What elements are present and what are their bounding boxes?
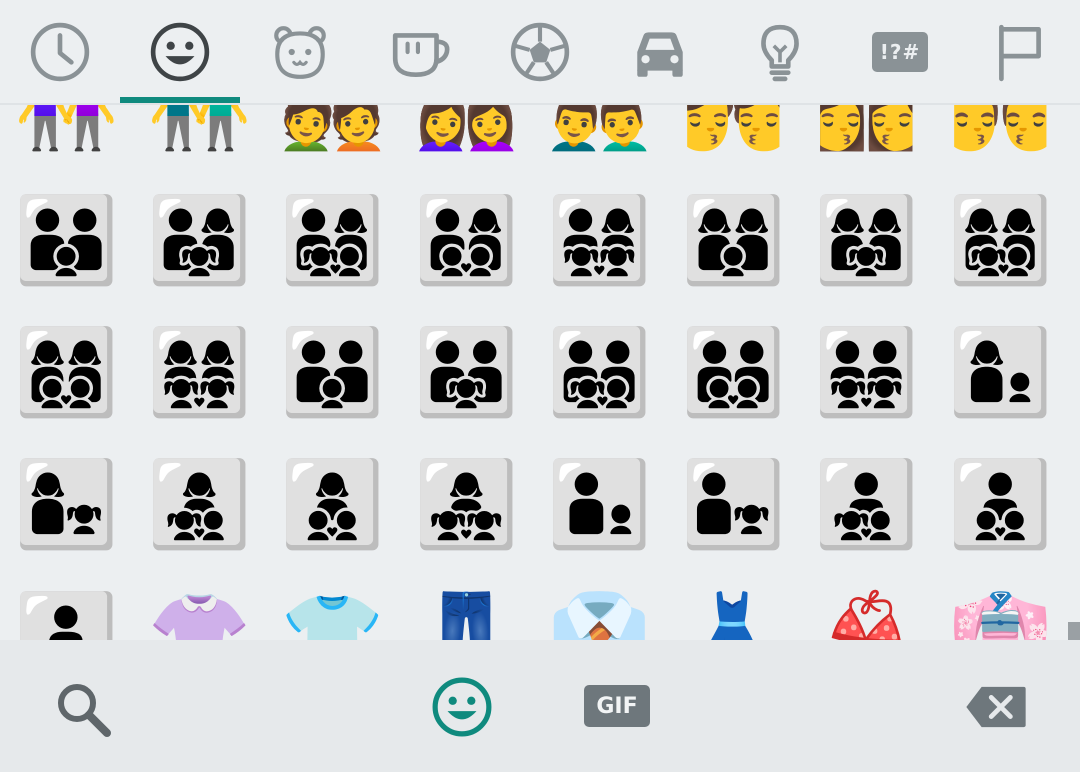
- emoji-grid: 👭 👬 💑 👩‍❤️‍👩 👨‍❤️‍👨 💏 👩‍❤️‍💋‍👩 👨‍❤️‍💋‍👨 👪 👨‍👩‍👧 👨‍…: [0, 105, 1080, 640]
- emoji-key[interactable]: 👨‍👨‍👦: [266, 317, 399, 427]
- emoji-key[interactable]: 👨‍👩‍👧‍👦: [266, 185, 399, 295]
- emoji-bottom-bar: GIF: [0, 640, 1080, 772]
- emoji-key[interactable]: 👘: [934, 582, 1067, 640]
- emoji-key[interactable]: 👩‍👩‍👧‍👦: [934, 185, 1067, 295]
- emoji-key[interactable]: 👨‍👩‍👧‍👧: [533, 185, 666, 295]
- emoji-key[interactable]: 👗: [667, 582, 800, 640]
- soccer-ball-icon: [510, 22, 570, 81]
- emoji-key[interactable]: 👩‍👦: [934, 317, 1067, 427]
- emoji-key[interactable]: 👨‍❤️‍💋‍👨: [934, 105, 1067, 160]
- emoji-key[interactable]: 💏: [667, 105, 800, 160]
- emoji-row: 👩‍👩‍👦‍👦 👩‍👩‍👧‍👧 👨‍👨‍👦 👨‍👨‍👧 👨‍👨‍👧‍👦 👨‍👨‍👦‍👦 👨‍…: [0, 317, 1080, 427]
- emoji-row: 👩‍👧 👩‍👧‍👦 👩‍👦‍👦 👩‍👧‍👧 👨‍👦 👨‍👧 👨‍👧‍👦 👨‍👦‍👦: [0, 449, 1080, 559]
- emoji-key[interactable]: 👨‍👧‍👧: [0, 582, 133, 640]
- emoji-key[interactable]: 👭: [0, 105, 133, 160]
- clock-icon: [30, 22, 90, 81]
- emoji-row: 👨‍👧‍👧 👚 👕 👖 👔 👗 👙 👘: [0, 582, 1080, 640]
- smiley-icon: [150, 22, 210, 81]
- symbols-icon: !?#: [872, 31, 928, 72]
- flag-icon: [999, 24, 1041, 81]
- emoji-key[interactable]: 👩‍👧‍👦: [133, 449, 266, 559]
- search-icon: [58, 684, 111, 737]
- bear-icon: [274, 25, 326, 79]
- emoji-key[interactable]: 👩‍❤️‍💋‍👩: [800, 105, 933, 160]
- emoji-key[interactable]: 👨‍👨‍👦‍👦: [667, 317, 800, 427]
- active-tab-indicator: [120, 97, 240, 103]
- emoji-key[interactable]: 👩‍❤️‍👩: [400, 105, 533, 160]
- emoji-key[interactable]: 👪: [0, 185, 133, 295]
- car-icon: [637, 31, 683, 77]
- emoji-key[interactable]: 👨‍👧: [667, 449, 800, 559]
- emoji-key[interactable]: 👨‍👨‍👧‍👧: [800, 317, 933, 427]
- emoji-key[interactable]: 👨‍👨‍👧‍👦: [533, 317, 666, 427]
- emoji-key[interactable]: 👨‍👩‍👦‍👦: [400, 185, 533, 295]
- emoji-key[interactable]: 👙: [800, 582, 933, 640]
- emoji-key[interactable]: 👨‍👦: [533, 449, 666, 559]
- tab-animals[interactable]: [240, 0, 360, 103]
- search-button[interactable]: [50, 676, 116, 742]
- emoji-button[interactable]: [428, 673, 496, 741]
- backspace-icon: [966, 686, 1026, 728]
- emoji-key[interactable]: 👨‍👨‍👧: [400, 317, 533, 427]
- gif-label: GIF: [584, 685, 650, 727]
- emoji-row: 👭 👬 💑 👩‍❤️‍👩 👨‍❤️‍👨 💏 👩‍❤️‍💋‍👩 👨‍❤️‍💋‍👨: [0, 105, 1080, 160]
- cup-icon: [392, 32, 450, 77]
- tab-food[interactable]: [360, 0, 480, 103]
- gif-button[interactable]: GIF: [584, 685, 650, 727]
- grid-scrollbar[interactable]: [1068, 622, 1080, 640]
- emoji-key[interactable]: 👨‍👧‍👦: [800, 449, 933, 559]
- tab-flags[interactable]: [960, 0, 1080, 103]
- tab-travel[interactable]: [600, 0, 720, 103]
- emoji-key[interactable]: 👖: [400, 582, 533, 640]
- tab-smileys[interactable]: [120, 0, 240, 103]
- emoji-category-bar: !?#: [0, 0, 1080, 105]
- emoji-key[interactable]: 👩‍👩‍👦: [667, 185, 800, 295]
- backspace-button[interactable]: [962, 682, 1030, 732]
- tab-symbols[interactable]: !?#: [840, 0, 960, 103]
- emoji-key[interactable]: 💑: [266, 105, 399, 160]
- emoji-key[interactable]: 👬: [133, 105, 266, 160]
- emoji-key[interactable]: 👩‍👩‍👧: [800, 185, 933, 295]
- tab-recent[interactable]: [0, 0, 120, 103]
- lightbulb-icon: [761, 24, 799, 81]
- tab-objects[interactable]: [720, 0, 840, 103]
- emoji-row: 👪 👨‍👩‍👧 👨‍👩‍👧‍👦 👨‍👩‍👦‍👦 👨‍👩‍👧‍👧 👩‍👩‍👦 👩‍👩‍👧 👩‍👩…: [0, 185, 1080, 295]
- emoji-key[interactable]: 👔: [533, 582, 666, 640]
- tab-activity[interactable]: [480, 0, 600, 103]
- emoji-key[interactable]: 👩‍👩‍👦‍👦: [0, 317, 133, 427]
- emoji-key[interactable]: 👨‍👩‍👧: [133, 185, 266, 295]
- emoji-key[interactable]: 👩‍👩‍👧‍👧: [133, 317, 266, 427]
- emoji-key[interactable]: 👩‍👦‍👦: [266, 449, 399, 559]
- emoji-key[interactable]: 👨‍👦‍👦: [934, 449, 1067, 559]
- smiley-icon: [432, 677, 492, 737]
- emoji-key[interactable]: 👩‍👧: [0, 449, 133, 559]
- emoji-key[interactable]: 👚: [133, 582, 266, 640]
- emoji-key[interactable]: 👕: [266, 582, 399, 640]
- emoji-key[interactable]: 👩‍👧‍👧: [400, 449, 533, 559]
- emoji-key[interactable]: 👨‍❤️‍👨: [533, 105, 666, 160]
